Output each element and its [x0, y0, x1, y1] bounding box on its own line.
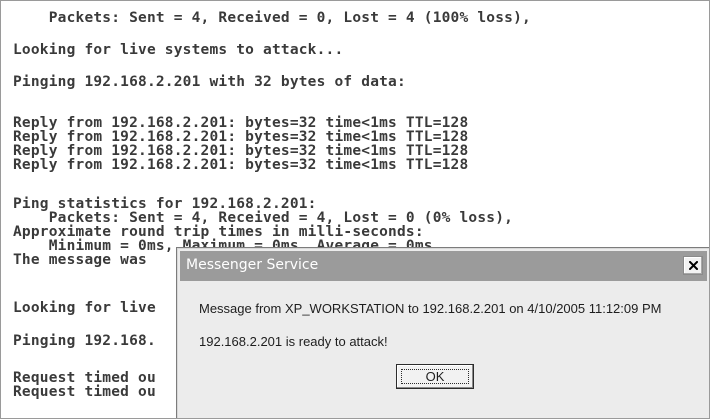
- console-line: Pinging 192.168.: [13, 333, 156, 349]
- console-line: Packets: Sent = 4, Received = 0, Lost = …: [13, 10, 531, 26]
- ok-button[interactable]: OK: [396, 364, 474, 389]
- console-line: Pinging 192.168.2.201 with 32 bytes of d…: [13, 74, 406, 90]
- messenger-service-dialog: Messenger Service Message from XP_WORKST…: [176, 247, 709, 418]
- console-line: Reply from 192.168.2.201: bytes=32 time<…: [13, 157, 469, 173]
- close-button[interactable]: [683, 256, 703, 275]
- console-line: Ping statistics for 192.168.2.201:: [13, 196, 317, 212]
- console-line: Reply from 192.168.2.201: bytes=32 time<…: [13, 115, 469, 131]
- dialog-title: Messenger Service: [186, 257, 319, 273]
- console-line: Looking for live: [13, 300, 156, 316]
- dialog-body: 192.168.2.201 is ready to attack!: [199, 334, 388, 349]
- console-line: Reply from 192.168.2.201: bytes=32 time<…: [13, 143, 469, 159]
- console-line: Packets: Sent = 4, Received = 4, Lost = …: [13, 210, 514, 226]
- dialog-titlebar[interactable]: Messenger Service: [180, 251, 707, 281]
- console-line: Looking for live systems to attack...: [13, 42, 344, 58]
- close-x-icon: [689, 261, 698, 270]
- console-line: Request timed ou: [13, 370, 156, 386]
- console-line: Approximate round trip times in milli-se…: [13, 224, 424, 240]
- console-line: Request timed ou: [13, 384, 156, 400]
- console-line: Reply from 192.168.2.201: bytes=32 time<…: [13, 129, 469, 145]
- dialog-message: Message from XP_WORKSTATION to 192.168.2…: [199, 301, 662, 316]
- console-line: The message was: [13, 252, 147, 268]
- ok-button-label: OK: [425, 369, 445, 384]
- screen: Packets: Sent = 4, Received = 0, Lost = …: [0, 0, 710, 419]
